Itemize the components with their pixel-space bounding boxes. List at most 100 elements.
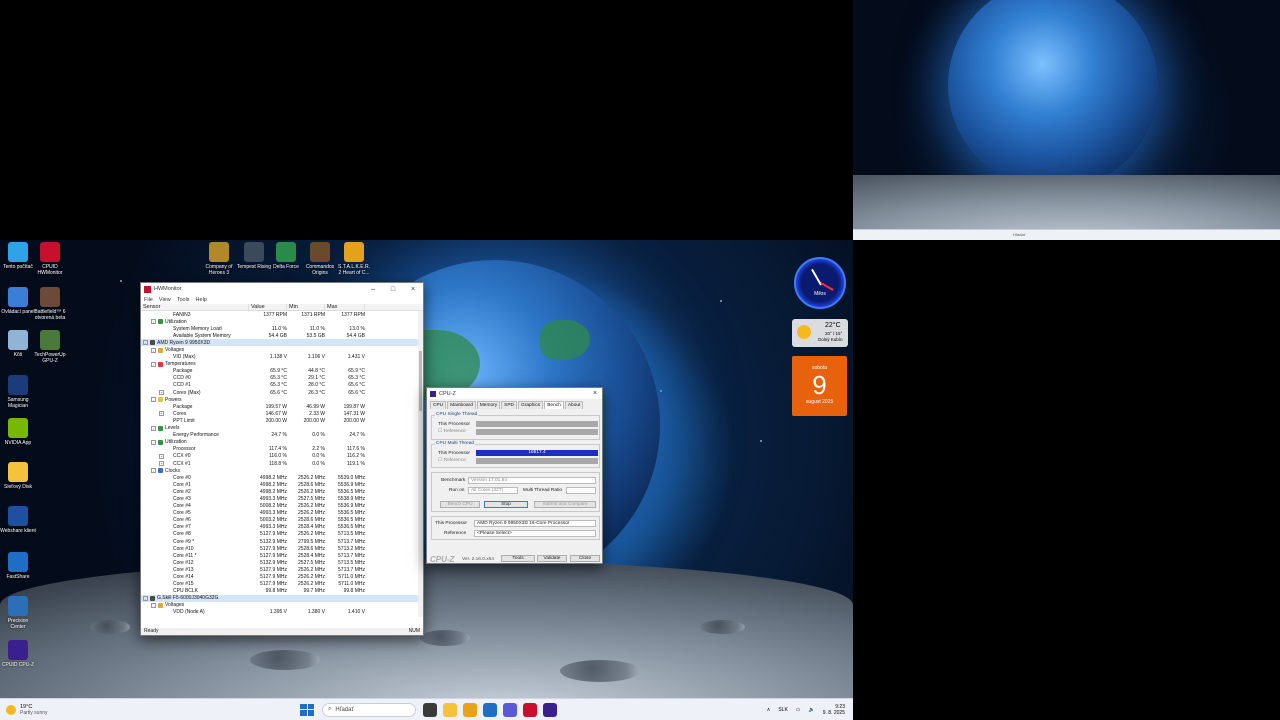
tree-toggle[interactable]: - (143, 595, 148, 601)
tree-toggle[interactable]: - (151, 361, 156, 367)
sensor-row[interactable]: Processor 117.4 % 2.2 % 117.6 % (141, 446, 423, 453)
sensor-row[interactable]: - Levels (141, 425, 423, 432)
sensor-row[interactable]: Core #2 4998.2 MHz 2526.2 MHz 5536.5 MHz (141, 488, 423, 495)
sensor-row[interactable]: Package 199.57 W 46.99 W 199.87 W (141, 403, 423, 410)
sensor-row[interactable]: Core #12 5132.9 MHz 2527.5 MHz 5713.5 MHz (141, 559, 423, 566)
sensor-row[interactable]: Core #0 4998.2 MHz 2526.2 MHz 5539.0 MHz (141, 474, 423, 481)
menu-item[interactable]: Help (196, 297, 207, 303)
start-button[interactable] (300, 703, 314, 716)
tree-toggle[interactable]: - (151, 602, 156, 608)
network-icon[interactable]: ▭ (796, 707, 801, 713)
tab-spd[interactable]: SPD (501, 401, 518, 409)
col-sensor[interactable]: Sensor (141, 304, 249, 310)
tab-about[interactable]: About (564, 401, 584, 409)
sensor-row[interactable]: Core #14 5127.9 MHz 2526.2 MHz 5711.0 MHz (141, 573, 423, 580)
taskbar-app-icon[interactable] (543, 702, 557, 717)
tab-cpu[interactable]: CPU (430, 401, 447, 409)
vertical-scrollbar[interactable] (418, 311, 423, 617)
maximize-button[interactable]: □ (383, 286, 403, 293)
tab-bench[interactable]: Bench (544, 401, 564, 409)
desktop-icon[interactable]: NVIDIA App (0, 418, 36, 446)
taskbar-app-icon[interactable] (483, 702, 497, 717)
sensor-row[interactable]: Core #13 5127.9 MHz 2526.2 MHz 5713.7 MHz (141, 566, 423, 573)
sensor-row[interactable]: + CCX #1 118.8 % 0.0 % 119.1 % (141, 460, 423, 467)
taskbar-app-icon[interactable] (443, 702, 457, 717)
sensor-row[interactable]: CCD #0 65.3 °C 29.1 °C 65.3 °C (141, 375, 423, 382)
sensor-row[interactable]: - Utilization (141, 318, 423, 325)
sensor-row[interactable]: + Cores 146.67 W 2.33 W 147.31 W (141, 410, 423, 417)
menu-item[interactable]: View (159, 297, 171, 303)
stop-button[interactable]: Stop (484, 501, 528, 508)
volume-icon[interactable]: 🔈 (809, 707, 815, 713)
sensor-row[interactable]: Core #3 4993.3 MHz 2527.5 MHz 5538.9 MHz (141, 495, 423, 502)
col-max[interactable]: Max (325, 304, 365, 310)
sensor-row[interactable]: CPU BCLK 99.8 MHz 99.7 MHz 99.8 MHz (141, 588, 423, 595)
sensor-row[interactable]: + Cores (Max) 65.6 °C 26.3 °C 65.6 °C (141, 389, 423, 396)
sensor-row[interactable]: Core #4 5008.2 MHz 2526.2 MHz 5536.9 MHz (141, 503, 423, 510)
close-button[interactable]: × (588, 390, 602, 397)
submit-compare-button[interactable]: Submit and Compare (534, 501, 596, 508)
language-indicator[interactable]: SLK (778, 707, 787, 713)
reference-select[interactable]: <Please Select> (474, 530, 596, 537)
calendar-widget[interactable]: sobota 9 august 2025 (792, 356, 847, 416)
tree-toggle[interactable]: - (151, 439, 156, 445)
taskbar-search[interactable]: ⌕ Hľadať (322, 702, 416, 717)
tray-overflow-icon[interactable]: ∧ (767, 707, 771, 713)
tree-toggle[interactable]: + (159, 453, 164, 459)
sensor-row[interactable]: Core #15 5127.9 MHz 2526.2 MHz 5711.0 MHz (141, 581, 423, 588)
sensor-row[interactable]: VDD (Node A) 1.395 V 1.380 V 1.410 V (141, 609, 423, 616)
sensor-row[interactable]: Core #8 5127.9 MHz 2526.2 MHz 5713.5 MHz (141, 531, 423, 538)
desktop-icon[interactable]: Tento počítač (0, 242, 36, 270)
col-min[interactable]: Min (287, 304, 325, 310)
desktop-icon[interactable]: Tempest Rising (236, 242, 272, 270)
desktop-icon[interactable]: Sieťový Disk (0, 462, 36, 490)
single-reference-checkbox[interactable]: ☐ Reference (438, 429, 466, 434)
desktop-icon[interactable]: Ovládací panel (0, 287, 36, 315)
multi-reference-checkbox[interactable]: ☐ Reference (438, 458, 466, 463)
sensor-tree[interactable]: FANIN3 1377 RPM 1371 RPM 1377 RPM - Utilizati… (141, 311, 423, 617)
sensor-row[interactable]: - AMD Ryzen 9 9950X3D (141, 339, 423, 347)
sensor-row[interactable]: PPT Limit 200.00 W 200.00 W 200.00 W (141, 417, 423, 424)
hwmonitor-window[interactable]: HWMonitor – □ × File View Tools Help Sensor… (140, 282, 424, 636)
sensor-row[interactable]: Core #7 4993.3 MHz 2528.4 MHz 5536.5 MHz (141, 524, 423, 531)
desktop-icon[interactable]: Battlefield™ 6 otvorená beta (32, 287, 68, 321)
hwmonitor-titlebar[interactable]: HWMonitor – □ × (141, 283, 423, 295)
sensor-row[interactable]: Core #10 5127.9 MHz 2528.6 MHz 5713.2 MHz (141, 545, 423, 552)
sensor-row[interactable]: - Powers (141, 396, 423, 403)
cpuz-titlebar[interactable]: CPU-Z × (427, 388, 602, 399)
sensor-row[interactable]: - Voltages (141, 602, 423, 609)
desktop-icon[interactable]: Webshare klient (0, 506, 36, 534)
sensor-row[interactable]: VID (Max) 1.138 V 1.106 V 1.431 V (141, 354, 423, 361)
tab-memory[interactable]: Memory (476, 401, 501, 409)
tab-mainboard[interactable]: Mainboard (447, 401, 476, 409)
run-on-select[interactable]: All Cores (32T) (468, 487, 518, 494)
menu-item[interactable]: Tools (177, 297, 190, 303)
tools-button[interactable]: Tools (501, 555, 535, 562)
tab-graphics[interactable]: Graphics (518, 401, 544, 409)
taskbar-app-icon[interactable] (523, 702, 537, 717)
desktop-icon[interactable]: CPUID CPU-Z (0, 640, 36, 668)
benchmark-select[interactable]: Version 17.01.64 (468, 477, 596, 484)
tree-toggle[interactable]: - (151, 468, 156, 474)
tree-toggle[interactable]: + (159, 411, 164, 417)
minimize-button[interactable]: – (363, 286, 383, 293)
tree-toggle[interactable]: - (151, 425, 156, 431)
validate-button[interactable]: Validate (537, 555, 567, 562)
bench-cpu-button[interactable]: Bench CPU (440, 501, 480, 508)
desktop-icon[interactable]: S.T.A.L.K.E.R. 2 Heart of C... (336, 242, 372, 276)
menu-item[interactable]: File (144, 297, 153, 303)
desktop-icon[interactable]: Commandos Origins (302, 242, 338, 276)
sensor-row[interactable]: - Clocks (141, 467, 423, 474)
desktop-icon[interactable]: Company of Heroes 3 (201, 242, 237, 276)
sensor-row[interactable]: Core #1 4998.2 MHz 2528.6 MHz 5536.9 MHz (141, 481, 423, 488)
sensor-row[interactable]: Core #9 * 5132.9 MHz 2799.5 MHz 5713.7 MHz (141, 538, 423, 545)
sensor-row[interactable]: Available System Memory 54.4 GB 53.5 GB 54.… (141, 332, 423, 339)
sensor-row[interactable]: + CCX #0 116.0 % 0.0 % 116.2 % (141, 453, 423, 460)
desktop-icon[interactable]: CPUID HWMonitor (32, 242, 68, 276)
desktop-icon[interactable]: Samsung Magician (0, 375, 36, 409)
taskbar-app-icon[interactable] (463, 702, 477, 717)
close-window-button[interactable]: Close (570, 555, 600, 562)
taskbar-app-icon[interactable] (423, 702, 437, 717)
weather-widget[interactable]: 22°C 20° / 15° Dolný Kubín (792, 319, 848, 347)
desktop-icon[interactable]: FastShare (0, 552, 36, 580)
